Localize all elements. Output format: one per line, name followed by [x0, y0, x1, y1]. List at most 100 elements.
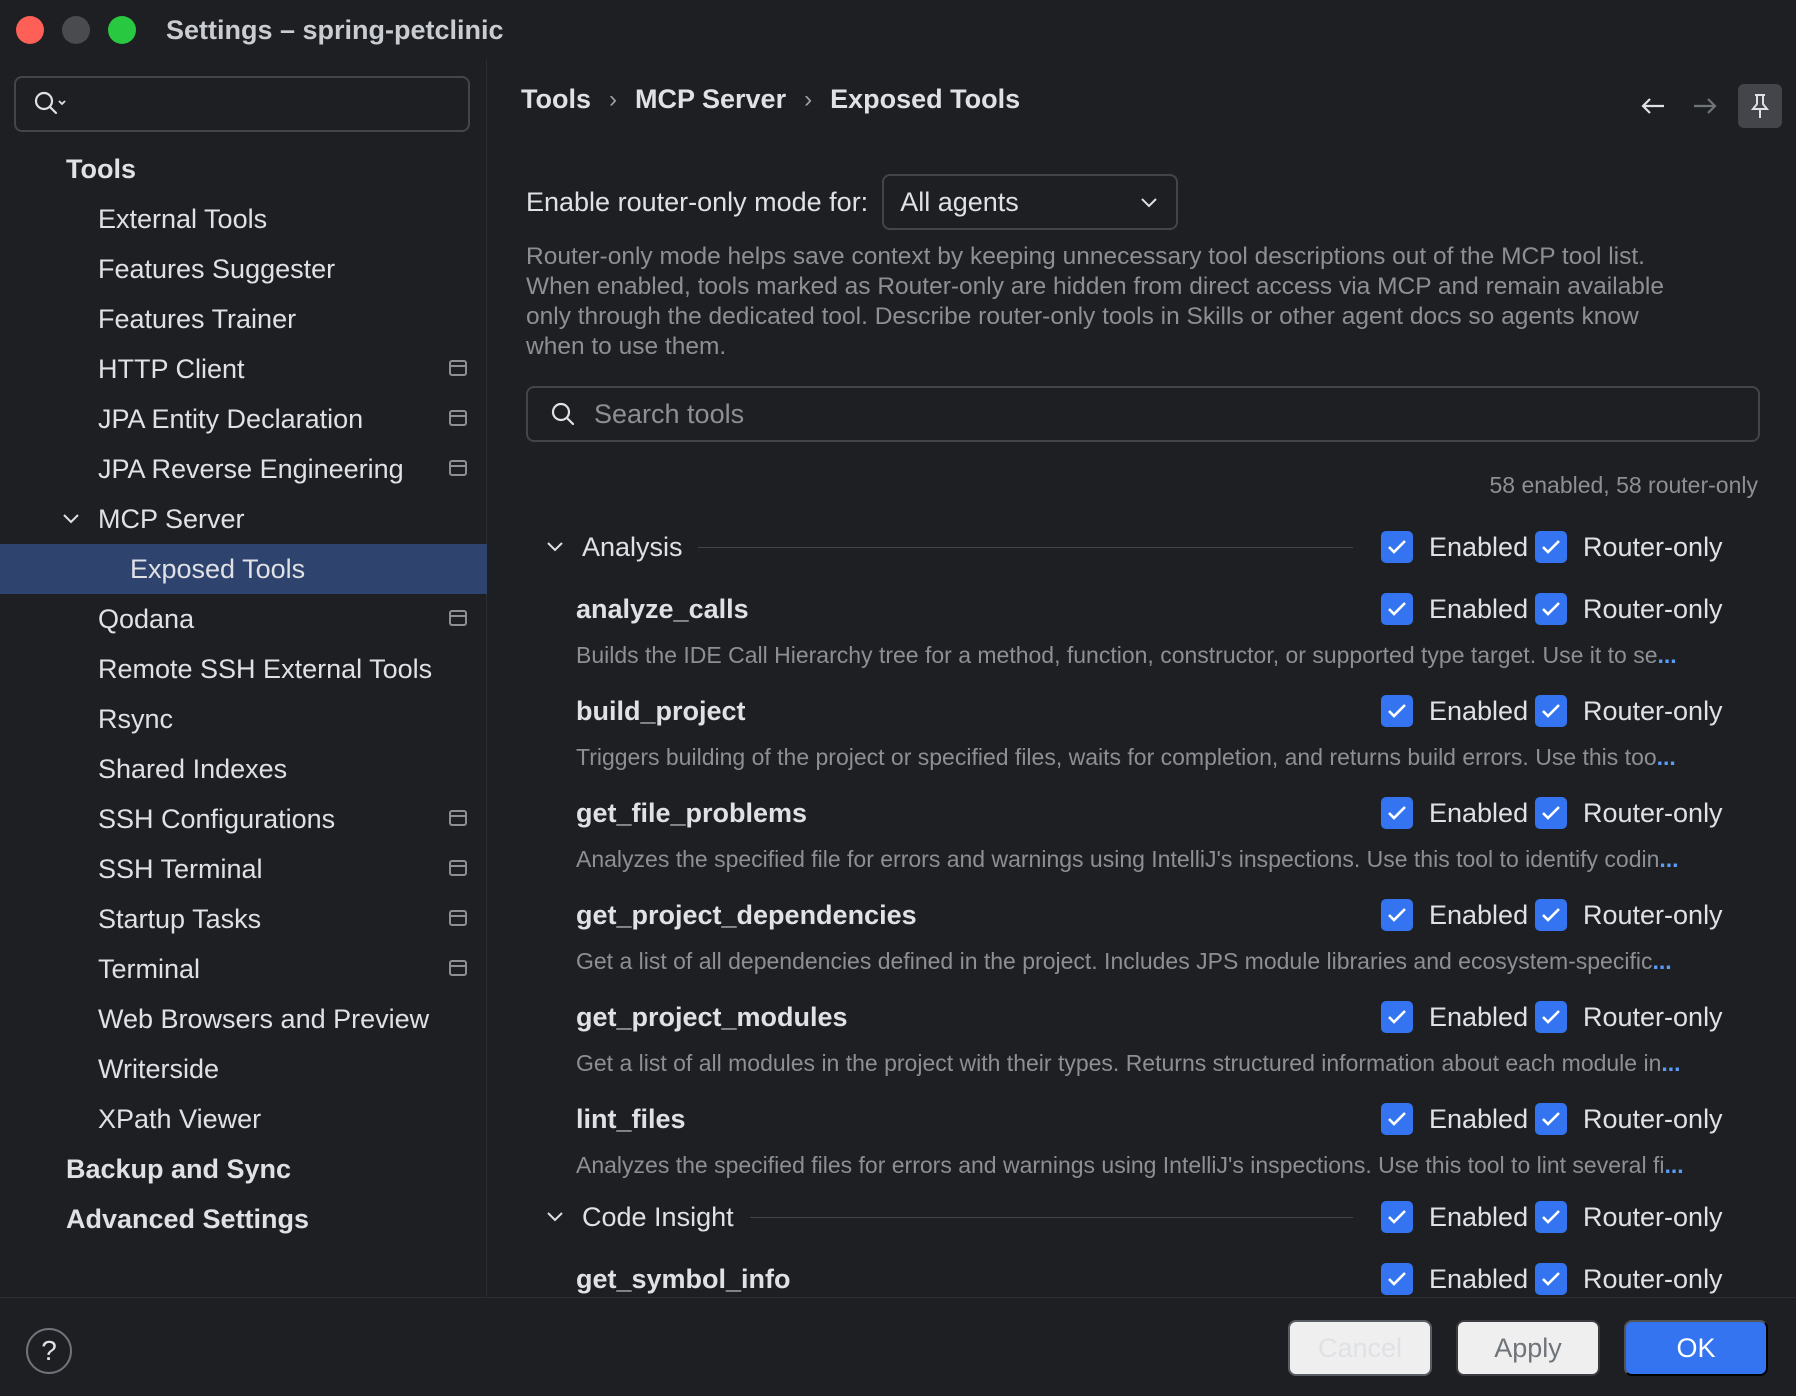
expand-description-link[interactable]: ... [1652, 948, 1671, 974]
sidebar-item-remote-ssh-external-tools[interactable]: Remote SSH External Tools [0, 644, 487, 694]
enabled-checkbox[interactable] [1381, 1263, 1413, 1295]
enabled-label[interactable]: Enabled [1429, 1264, 1528, 1295]
sidebar-item-features-trainer[interactable]: Features Trainer [0, 294, 487, 344]
sidebar-item-writerside[interactable]: Writerside [0, 1044, 487, 1094]
expand-description-link[interactable]: ... [1659, 846, 1678, 872]
chevron-down-icon[interactable] [544, 536, 566, 558]
enabled-checkbox[interactable] [1381, 797, 1413, 829]
sidebar-item-label: SSH Terminal [98, 853, 263, 884]
sidebar-item-jpa-reverse-engineering[interactable]: JPA Reverse Engineering [0, 444, 487, 494]
sidebar-item-exposed-tools[interactable]: Exposed Tools [0, 544, 487, 594]
sidebar-item-label: Web Browsers and Preview [98, 1003, 430, 1034]
router-only-checkbox[interactable] [1535, 593, 1567, 625]
sidebar-item-xpath-viewer[interactable]: XPath Viewer [0, 1094, 487, 1144]
router-only-label[interactable]: Router-only [1583, 696, 1723, 727]
apply-button[interactable]: Apply [1456, 1320, 1600, 1376]
router-only-label[interactable]: Router-only [1583, 594, 1723, 625]
sidebar-item-http-client[interactable]: HTTP Client [0, 344, 487, 394]
router-only-label[interactable]: Router-only [1583, 1264, 1723, 1295]
breadcrumb-item[interactable]: Tools [521, 84, 591, 115]
router-only-checkbox[interactable] [1535, 1103, 1567, 1135]
sidebar-item-features-suggester[interactable]: Features Suggester [0, 244, 487, 294]
settings-search-field[interactable] [14, 76, 470, 132]
sidebar-item-ssh-terminal[interactable]: SSH Terminal [0, 844, 487, 894]
enabled-label[interactable]: Enabled [1429, 1104, 1528, 1135]
enabled-checkbox[interactable] [1381, 695, 1413, 727]
router-only-label[interactable]: Router-only [1583, 532, 1723, 563]
group-header-code-insight: Code Insight Enabled Router-only [488, 1192, 1796, 1242]
expand-description-link[interactable]: ... [1664, 1152, 1683, 1178]
enabled-checkbox[interactable] [1381, 1103, 1413, 1135]
settings-sidebar: Tools External Tools Features Suggester Fea… [0, 60, 487, 1297]
router-only-checkbox[interactable] [1535, 899, 1567, 931]
zoom-window-button[interactable] [108, 16, 136, 44]
checkmark-icon [1542, 704, 1560, 718]
sidebar-item-external-tools[interactable]: External Tools [0, 194, 487, 244]
breadcrumb-item[interactable]: MCP Server [635, 84, 786, 115]
router-only-checkbox[interactable] [1535, 797, 1567, 829]
back-arrow-icon[interactable] [1634, 87, 1672, 125]
router-only-label[interactable]: Router-only [1583, 900, 1723, 931]
minimize-window-button[interactable] [62, 16, 90, 44]
sidebar-item-label: XPath Viewer [98, 1103, 262, 1134]
enabled-checkbox[interactable] [1381, 899, 1413, 931]
tool-row-get-file-problems: get_file_problems Enabled Router-only [488, 788, 1796, 838]
sidebar-item-qodana[interactable]: Qodana [0, 594, 487, 644]
expand-description-link[interactable]: ... [1661, 1050, 1680, 1076]
router-only-label[interactable]: Router-only [1583, 1002, 1723, 1033]
pin-icon[interactable] [1738, 84, 1782, 128]
tool-description: Analyzes the specified files for errors … [576, 1152, 1716, 1179]
tool-row-build-project: build_project Enabled Router-only [488, 686, 1796, 736]
router-only-checkbox[interactable] [1535, 1001, 1567, 1033]
chevron-down-icon[interactable] [544, 1206, 566, 1228]
sidebar-item-terminal[interactable]: Terminal [0, 944, 487, 994]
sidebar-item-web-browsers-and-preview[interactable]: Web Browsers and Preview [0, 994, 487, 1044]
sidebar-item-tools[interactable]: Tools [0, 144, 487, 194]
tool-row-analyze-calls: analyze_calls Enabled Router-only [488, 584, 1796, 634]
router-only-label[interactable]: Router-only [1583, 798, 1723, 829]
tool-search-field[interactable] [526, 386, 1760, 442]
enabled-label[interactable]: Enabled [1429, 900, 1528, 931]
router-only-checkbox[interactable] [1535, 531, 1567, 563]
chevron-down-icon[interactable] [60, 508, 82, 530]
router-only-checkbox[interactable] [1535, 695, 1567, 727]
enabled-label[interactable]: Enabled [1429, 532, 1528, 563]
chevron-down-icon [1141, 198, 1157, 208]
sidebar-item-backup-and-sync[interactable]: Backup and Sync [0, 1144, 487, 1194]
enabled-label[interactable]: Enabled [1429, 798, 1528, 829]
breadcrumb-separator-icon: › [609, 85, 617, 113]
tool-name: analyze_calls [576, 593, 749, 624]
sidebar-item-advanced-settings[interactable]: Advanced Settings [0, 1194, 487, 1244]
sidebar-item-startup-tasks[interactable]: Startup Tasks [0, 894, 487, 944]
cancel-button[interactable]: Cancel [1288, 1320, 1432, 1376]
sidebar-item-mcp-server[interactable]: MCP Server [0, 494, 487, 544]
router-mode-dropdown[interactable]: All agents [882, 174, 1179, 230]
router-only-label[interactable]: Router-only [1583, 1104, 1723, 1135]
enabled-checkbox[interactable] [1381, 1201, 1413, 1233]
sidebar-item-shared-indexes[interactable]: Shared Indexes [0, 744, 487, 794]
help-button[interactable]: ? [26, 1328, 72, 1374]
group-divider [750, 1217, 1353, 1218]
enabled-checkbox[interactable] [1381, 593, 1413, 625]
ok-button[interactable]: OK [1624, 1320, 1768, 1376]
enabled-label[interactable]: Enabled [1429, 594, 1528, 625]
enabled-label[interactable]: Enabled [1429, 1002, 1528, 1033]
tool-search-input[interactable] [594, 398, 1694, 430]
enabled-label[interactable]: Enabled [1429, 696, 1528, 727]
enabled-checkbox[interactable] [1381, 531, 1413, 563]
sidebar-item-rsync[interactable]: Rsync [0, 694, 487, 744]
router-only-checkbox[interactable] [1535, 1201, 1567, 1233]
expand-description-link[interactable]: ... [1658, 642, 1677, 668]
enabled-checkbox[interactable] [1381, 1001, 1413, 1033]
checkmark-icon [1542, 1210, 1560, 1224]
sidebar-item-label: Tools [66, 153, 136, 184]
sidebar-item-jpa-entity-declaration[interactable]: JPA Entity Declaration [0, 394, 487, 444]
forward-arrow-icon[interactable] [1686, 87, 1724, 125]
sidebar-item-ssh-configurations[interactable]: SSH Configurations [0, 794, 487, 844]
enabled-label[interactable]: Enabled [1429, 1202, 1528, 1233]
tool-name: get_project_modules [576, 1001, 848, 1032]
close-window-button[interactable] [16, 16, 44, 44]
router-only-label[interactable]: Router-only [1583, 1202, 1723, 1233]
expand-description-link[interactable]: ... [1657, 744, 1676, 770]
router-only-checkbox[interactable] [1535, 1263, 1567, 1295]
